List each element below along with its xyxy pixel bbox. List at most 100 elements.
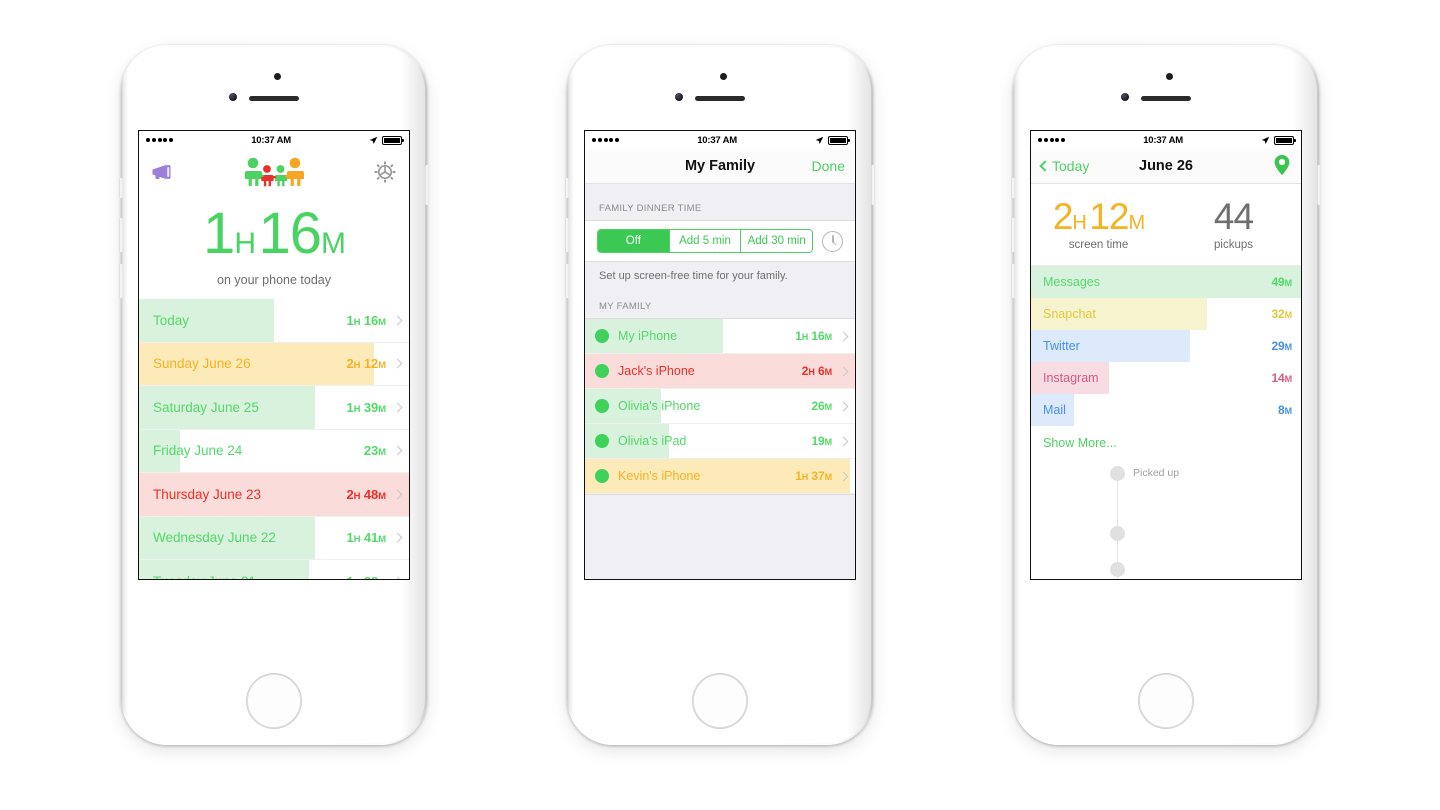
volume-up-button[interactable]: [119, 218, 123, 252]
back-button[interactable]: Today: [1039, 158, 1090, 174]
member-label: Olivia's iPad: [618, 434, 687, 448]
megaphone-icon[interactable]: [151, 163, 175, 181]
app-usage-row[interactable]: Instagram 14M: [1031, 362, 1301, 394]
earpiece-speaker: [1141, 96, 1191, 101]
done-button[interactable]: Done: [812, 158, 845, 174]
status-bar: 10:37 AM: [585, 131, 855, 149]
segment-add-5-min[interactable]: Add 5 min: [669, 230, 742, 252]
silent-switch[interactable]: [119, 178, 123, 198]
family-icon[interactable]: [243, 157, 305, 187]
day-value: 2H 48M: [346, 486, 386, 502]
status-bar: 10:37 AM: [1031, 131, 1301, 149]
app-label: Twitter: [1043, 339, 1080, 353]
signal-strength-icon: [146, 138, 174, 142]
signal-strength-icon: [1038, 138, 1066, 142]
phone-device-2: 10:37 AM My Family Done FAMILY DINNER TI…: [565, 45, 875, 745]
phone-2-screen: 10:37 AM My Family Done FAMILY DINNER TI…: [584, 130, 856, 580]
timeline-label: Picked up: [1133, 467, 1180, 479]
chevron-right-icon: [392, 576, 403, 579]
segment-off[interactable]: Off: [598, 230, 670, 252]
app-usage-list: Messages 49M Snapchat 32M Twitter 29M Instagra…: [1031, 266, 1301, 426]
member-label: My iPhone: [618, 329, 678, 343]
phone-1-header: [139, 149, 409, 195]
app-value: 14M: [1271, 371, 1292, 385]
location-pin-icon[interactable]: [1273, 154, 1291, 176]
settings-body: FAMILY DINNER TIME Off Add 5 min Add 30 mi…: [585, 184, 855, 579]
family-member-row[interactable]: My iPhone 1H 16M: [585, 319, 855, 354]
power-button[interactable]: [425, 165, 429, 205]
day-label: Wednesday June 22: [153, 530, 276, 546]
member-value: 1H 37M: [795, 469, 832, 483]
day-label: Friday June 24: [153, 443, 243, 459]
home-button[interactable]: [1139, 674, 1193, 728]
day-label: Thursday June 23: [153, 486, 262, 502]
timeline-node[interactable]: [1110, 562, 1125, 577]
dinner-time-segmented-control[interactable]: Off Add 5 min Add 30 min: [597, 229, 813, 253]
chevron-right-icon: [838, 331, 849, 341]
app-label: Snapchat: [1043, 307, 1096, 321]
status-bar-time: 10:37 AM: [697, 134, 737, 146]
day-row[interactable]: Tuesday June 211H 38M: [139, 560, 409, 579]
volume-up-button[interactable]: [565, 218, 569, 252]
home-button[interactable]: [247, 674, 301, 728]
member-label: Jack's iPhone: [618, 364, 695, 378]
volume-down-button[interactable]: [1011, 264, 1015, 298]
day-row[interactable]: Wednesday June 22 1H 41M: [139, 516, 409, 560]
day-row[interactable]: Thursday June 23 2H 48M: [139, 473, 409, 517]
chevron-right-icon: [392, 532, 403, 543]
day-label: Today: [153, 312, 190, 328]
silent-switch[interactable]: [1011, 178, 1015, 198]
status-bar-time: 10:37 AM: [1143, 134, 1183, 146]
day-row[interactable]: Today 1H 16M: [139, 299, 409, 343]
segment-add-30-min[interactable]: Add 30 min: [741, 230, 812, 252]
volume-down-button[interactable]: [565, 264, 569, 298]
location-arrow-icon: [815, 136, 824, 144]
chevron-right-icon: [392, 445, 403, 456]
power-button[interactable]: [871, 165, 875, 205]
timeline-node[interactable]: [1110, 526, 1125, 541]
app-usage-row[interactable]: Mail 8M: [1031, 394, 1301, 426]
member-label: Kevin's iPhone: [618, 469, 701, 483]
silent-switch[interactable]: [565, 178, 569, 198]
family-member-row[interactable]: Kevin's iPhone 1H 37M: [585, 459, 855, 494]
volume-down-button[interactable]: [119, 264, 123, 298]
pickup-timeline: Picked up: [1031, 460, 1301, 579]
family-member-row[interactable]: Olivia's iPad 19M: [585, 424, 855, 459]
front-camera-icon: [229, 93, 237, 101]
home-button[interactable]: [693, 674, 747, 728]
app-value: 8M: [1278, 403, 1292, 417]
day-row[interactable]: Saturday June 25 1H 39M: [139, 386, 409, 430]
app-usage-row[interactable]: Snapchat 32M: [1031, 298, 1301, 330]
gear-icon[interactable]: [373, 160, 397, 184]
status-dot-icon: [595, 329, 609, 343]
day-value: 1H 41M: [346, 530, 386, 546]
power-button[interactable]: [1317, 165, 1321, 205]
back-button-label: Today: [1052, 158, 1090, 174]
chevron-right-icon: [838, 401, 849, 411]
chevron-right-icon: [392, 402, 403, 413]
hero-caption: on your phone today: [217, 273, 331, 287]
status-dot-icon: [595, 469, 609, 483]
dinner-time-control-row: Off Add 5 min Add 30 min: [585, 220, 855, 262]
day-row[interactable]: Friday June 24 23M: [139, 429, 409, 473]
day-value: 1H 38M: [346, 574, 386, 579]
member-value: 26M: [811, 399, 832, 413]
day-row[interactable]: Sunday June 26 2H 12M: [139, 342, 409, 386]
volume-up-button[interactable]: [1011, 218, 1015, 252]
family-member-row[interactable]: Olivia's iPhone 26M: [585, 389, 855, 424]
battery-icon: [828, 135, 850, 145]
location-arrow-icon: [1261, 136, 1270, 144]
chevron-right-icon: [838, 436, 849, 446]
app-usage-row[interactable]: Twitter 29M: [1031, 330, 1301, 362]
show-more-button[interactable]: Show More...: [1031, 426, 1301, 460]
member-value: 1H 16M: [795, 329, 832, 343]
member-value: 2H 6M: [801, 364, 832, 378]
timeline-node[interactable]: [1110, 466, 1125, 481]
app-label: Mail: [1043, 403, 1066, 417]
app-usage-row[interactable]: Messages 49M: [1031, 266, 1301, 298]
family-member-row[interactable]: Jack's iPhone 2H 6M: [585, 354, 855, 389]
summary-stat-value: 44: [1213, 196, 1254, 237]
family-member-list: My iPhone 1H 16M Jack's iPhone 2H 6M Olivia'…: [585, 318, 855, 495]
clock-icon[interactable]: [822, 230, 843, 252]
chevron-right-icon: [392, 315, 403, 326]
